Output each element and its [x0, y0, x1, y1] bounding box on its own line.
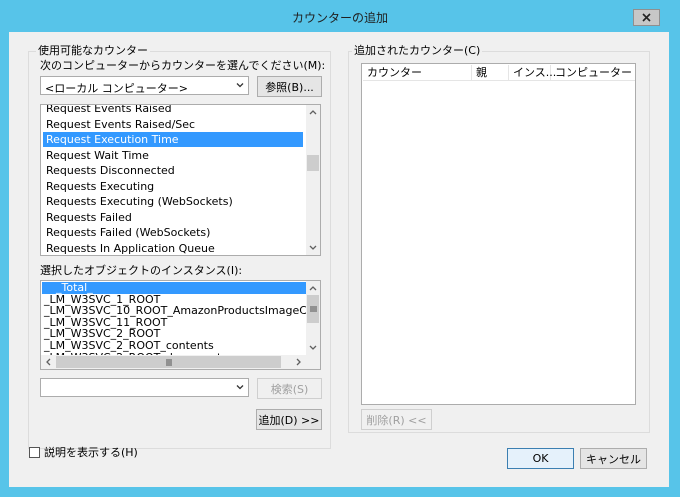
counters-scrollbar[interactable] — [306, 105, 320, 255]
search-button[interactable]: 検索(S) — [257, 378, 322, 399]
instances-hscrollbar[interactable] — [41, 355, 306, 369]
counter-list-item[interactable]: Requests Executing — [43, 179, 303, 194]
available-counters-label: 使用可能なカウンター — [36, 44, 150, 57]
counter-list-item[interactable]: Requests Failed (WebSockets) — [43, 225, 303, 240]
counter-list-item[interactable]: Requests Failed — [43, 210, 303, 225]
counters-scroll-thumb[interactable] — [307, 155, 319, 171]
column-header-instance[interactable]: インス... — [509, 65, 556, 80]
computer-select-label: 次のコンピューターからカウンターを選んでください(M): — [40, 59, 326, 72]
counter-list-item[interactable]: Request Wait Time — [43, 148, 303, 163]
added-counters-list[interactable]: カウンター 親 インス... コンピューター — [361, 63, 636, 405]
instances-listbox[interactable]: _Total_ _LM_W3SVC_1_ROOT _LM_W3SVC_10_ROOT… — [40, 280, 321, 370]
title-bar[interactable]: カウンターの追加 — [0, 0, 680, 31]
dialog-client-area: 使用可能なカウンター 次のコンピューターからカウンターを選んでください(M): … — [9, 32, 669, 487]
window-title: カウンターの追加 — [291, 11, 388, 25]
counter-list-item[interactable]: Request Execution Time — [43, 132, 303, 147]
close-icon — [642, 13, 651, 22]
instances-scroll-thumb[interactable] — [307, 295, 319, 323]
chevron-right-icon — [296, 358, 301, 366]
added-counters-label: 追加されたカウンター(C) — [352, 44, 483, 57]
counters-listbox[interactable]: Request Events Raised Request Events Rais… — [40, 104, 321, 256]
counter-list-item[interactable]: Request Events Raised — [43, 105, 303, 116]
chevron-down-icon — [309, 345, 317, 350]
grip-icon — [166, 358, 171, 366]
chevron-down-icon — [236, 385, 244, 390]
scroll-up-button[interactable] — [306, 105, 320, 119]
chevron-up-icon — [309, 110, 317, 115]
chevron-down-icon — [309, 245, 317, 250]
computer-combobox-value: <ローカル コンピューター> — [45, 82, 188, 95]
scroll-down-button[interactable] — [306, 241, 320, 255]
cancel-button[interactable]: キャンセル — [580, 448, 647, 469]
show-description-label: 説明を表示する(H) — [44, 446, 138, 459]
add-button[interactable]: 追加(D) >> — [256, 409, 322, 430]
chevron-down-icon — [236, 83, 244, 88]
column-header-counter[interactable]: カウンター — [363, 65, 472, 80]
instances-label: 選択したオブジェクトのインスタンス(I): — [40, 264, 243, 277]
remove-button[interactable]: 削除(R) << — [361, 409, 432, 430]
search-combobox[interactable] — [40, 378, 249, 397]
scroll-corner — [306, 355, 320, 369]
counter-list-item[interactable]: Requests Disconnected — [43, 163, 303, 178]
added-counters-header: カウンター 親 インス... コンピューター — [363, 65, 635, 81]
scroll-down-button[interactable] — [306, 341, 320, 355]
show-description-checkbox[interactable] — [29, 447, 40, 458]
counter-list-item[interactable]: Requests In Application Queue — [43, 241, 303, 256]
browse-button[interactable]: 参照(B)... — [257, 76, 322, 97]
chevron-up-icon — [309, 286, 317, 291]
grip-icon — [309, 306, 317, 312]
counter-list-item[interactable]: Requests Executing (WebSockets) — [43, 194, 303, 209]
chevron-left-icon — [46, 358, 51, 366]
scroll-up-button[interactable] — [306, 281, 320, 295]
column-header-computer[interactable]: コンピューター — [551, 65, 635, 80]
instances-hscroll-thumb[interactable] — [56, 356, 281, 368]
scroll-right-button[interactable] — [292, 355, 306, 369]
ok-button[interactable]: OK — [507, 448, 574, 469]
instances-vscrollbar[interactable] — [306, 281, 320, 355]
add-counters-window: カウンターの追加 使用可能なカウンター 次のコンピューターからカウンターを選んで… — [0, 0, 680, 497]
counter-list-item[interactable]: Request Events Raised/Sec — [43, 117, 303, 132]
scroll-left-button[interactable] — [41, 355, 55, 369]
computer-combobox[interactable]: <ローカル コンピューター> — [40, 76, 249, 95]
column-header-parent[interactable]: 親 — [472, 65, 509, 80]
close-button[interactable] — [633, 9, 660, 26]
